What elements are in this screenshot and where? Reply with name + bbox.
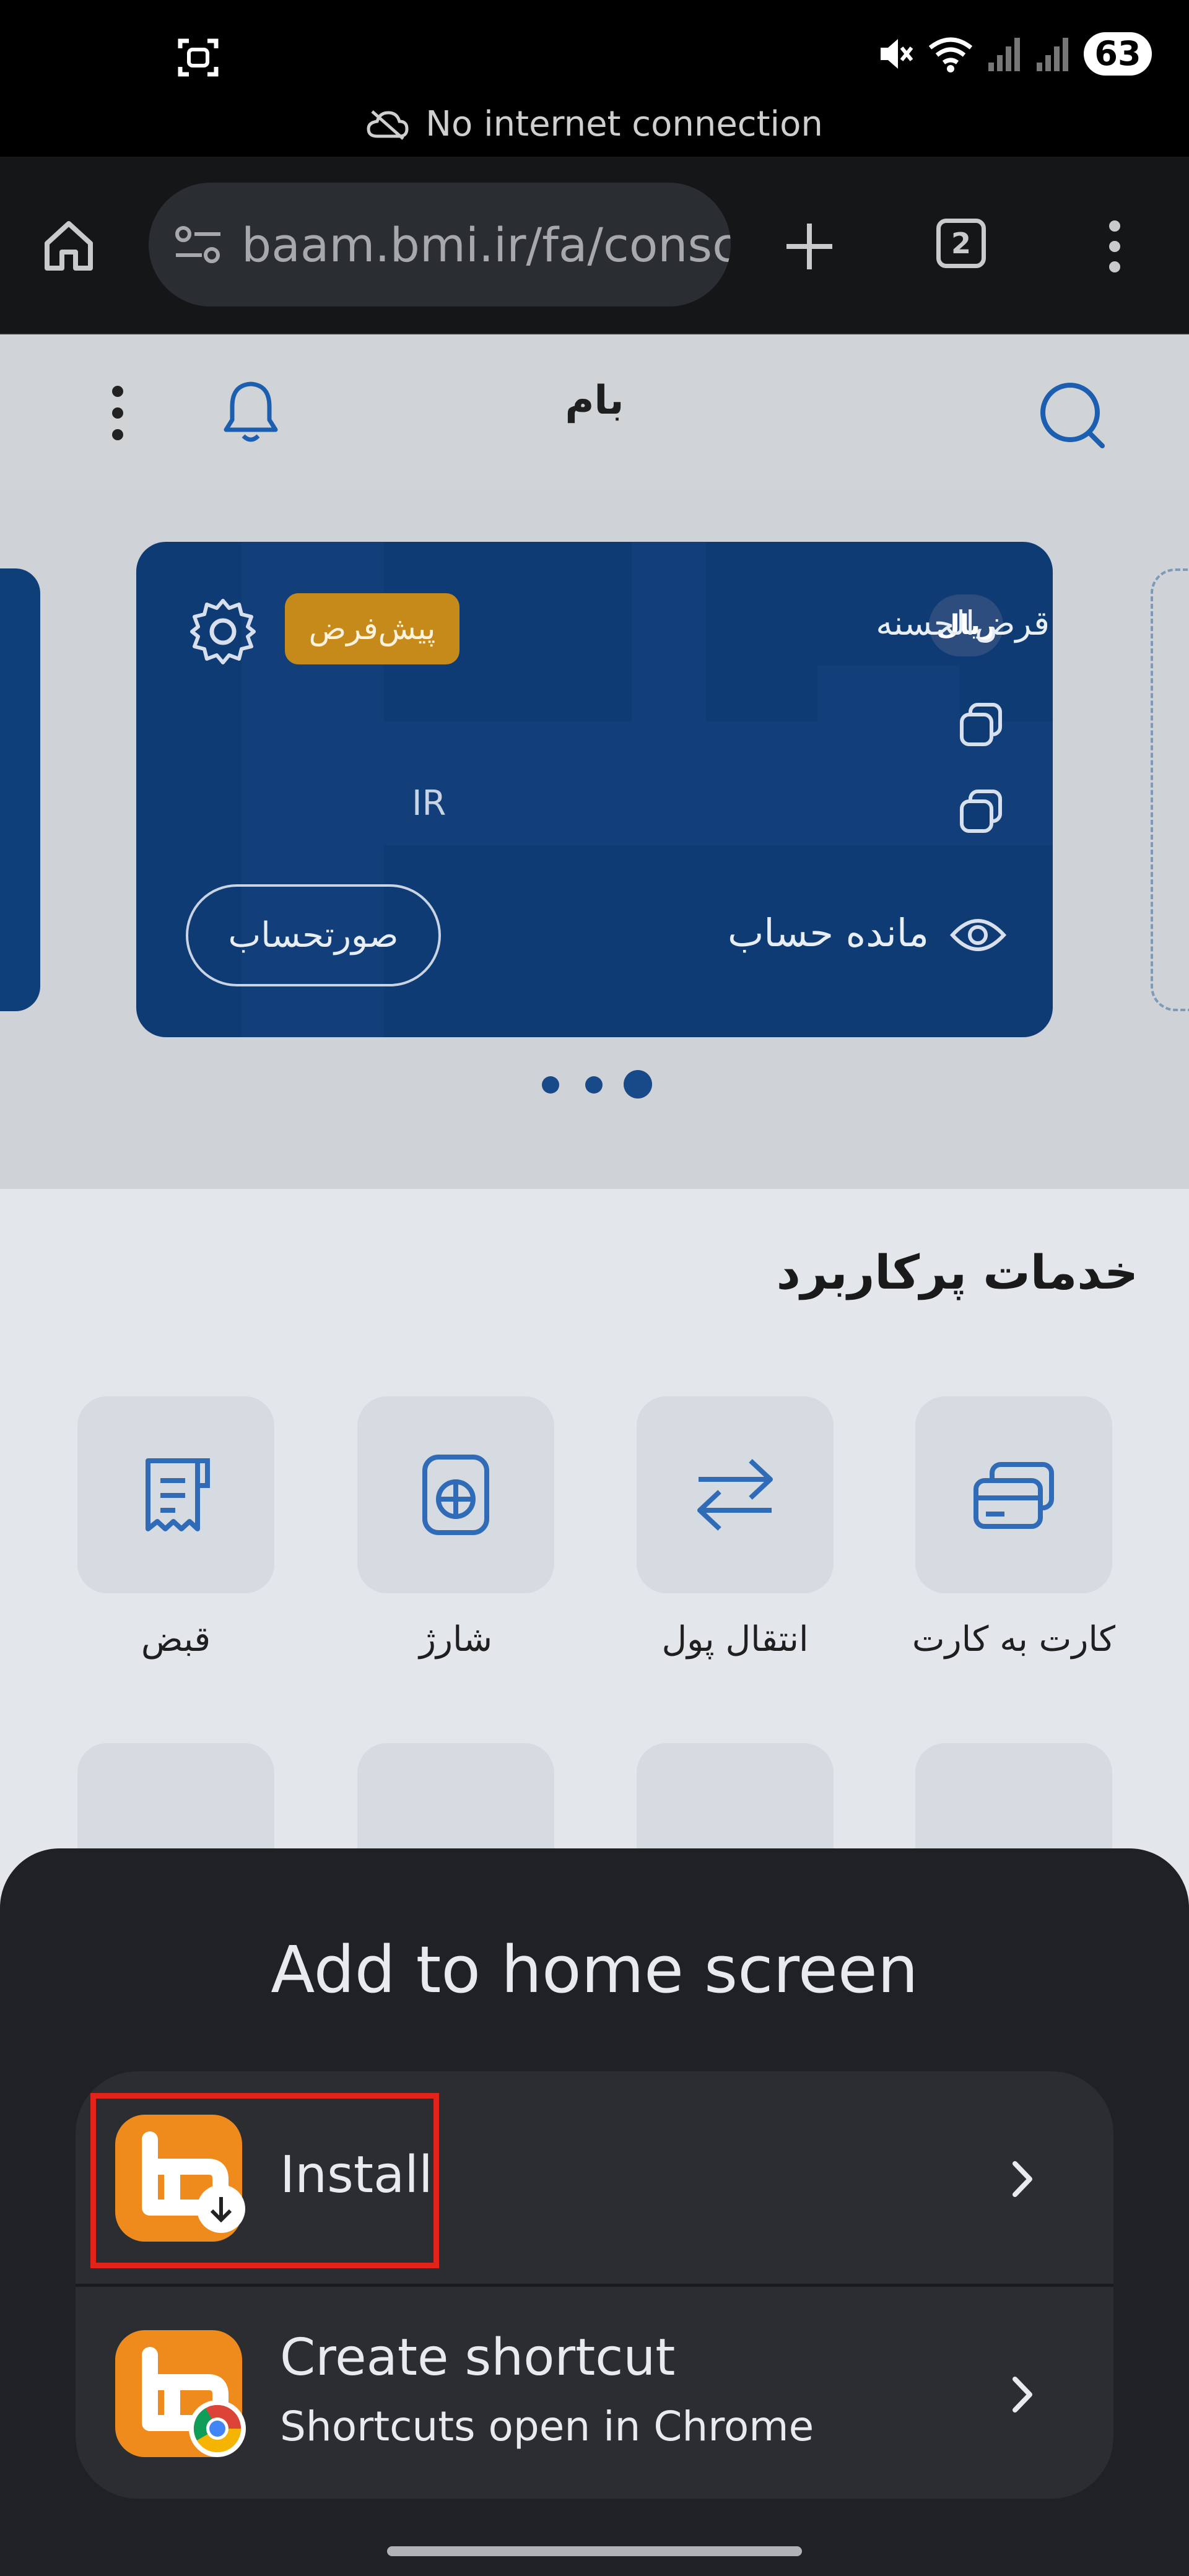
mute-icon [877, 34, 914, 74]
create-shortcut-label: Create shortcut [280, 2328, 676, 2387]
connectivity-message: No internet connection [425, 104, 823, 144]
sheet-title: Add to home screen [271, 1932, 918, 2008]
create-shortcut-subtitle: Shortcuts open in Chrome [280, 2403, 814, 2450]
cloud-off-icon [366, 109, 409, 140]
connectivity-banner: No internet connection [0, 104, 1189, 144]
home-icon[interactable] [41, 217, 97, 273]
status-icons: 63 [877, 32, 1152, 76]
chrome-icon [189, 2400, 246, 2457]
url-bar[interactable]: baam.bmi.ir/fa/consc [149, 183, 731, 307]
plus-icon[interactable] [782, 219, 837, 274]
kebab-icon[interactable] [1096, 219, 1133, 274]
battery-badge: 63 [1084, 32, 1152, 76]
status-time: 18:10 [52, 30, 193, 80]
gesture-bar[interactable] [387, 2546, 802, 2556]
wifi-icon [928, 34, 973, 74]
url-text[interactable]: baam.bmi.ir/fa/consc [242, 217, 731, 272]
screen-record-icon [176, 36, 220, 79]
chevron-right-icon [1006, 2373, 1037, 2416]
tab-switcher-icon[interactable]: 2 [936, 219, 986, 268]
install-highlight [90, 2093, 439, 2268]
browser-toolbar: baam.bmi.ir/fa/consc 2 [0, 157, 1189, 336]
signal-icon [1035, 35, 1070, 72]
signal-icon [987, 35, 1022, 72]
chevron-right-icon [1006, 2157, 1037, 2201]
tune-icon[interactable] [173, 223, 223, 266]
